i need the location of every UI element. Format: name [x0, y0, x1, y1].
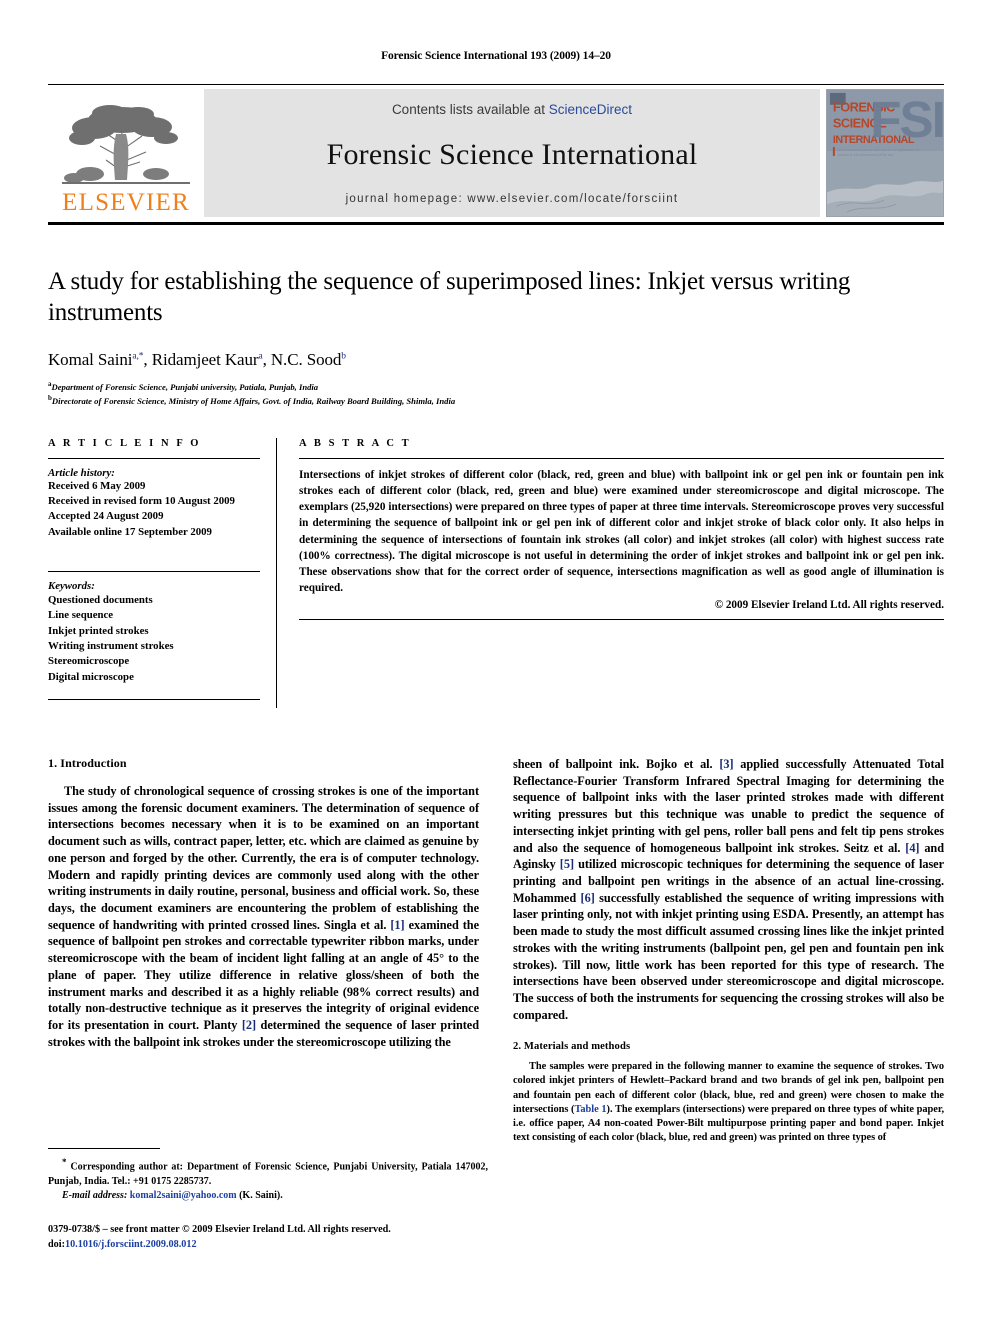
author-list: Komal Sainia,*, Ridamjeet Kaura, N.C. So…: [48, 350, 944, 370]
keywords-divider: [48, 570, 260, 572]
article-info-divider: [48, 457, 260, 459]
affiliation-item: aDepartment of Forensic Science, Punjabi…: [48, 379, 944, 393]
author-affiliation-marker[interactable]: a,*: [132, 351, 143, 361]
journal-banner: ELSEVIER Contents lists available at Sci…: [48, 89, 944, 217]
table-1-link[interactable]: Table 1: [574, 1104, 606, 1115]
article-history-label: Article history:: [48, 466, 115, 479]
author-separator: ,: [262, 350, 271, 369]
author-name: Komal Saini: [48, 350, 133, 369]
elsevier-tree-icon: [62, 105, 190, 184]
article-info-column: A R T I C L E I N F O Article history: R…: [48, 438, 276, 708]
keyword-item: Writing instrument strokes: [48, 639, 174, 652]
paragraph-text: successfully established the sequence of…: [513, 890, 944, 1022]
article-history-item: Received in revised form 10 August 2009: [48, 494, 235, 507]
journal-cover-image: FORENSIC SCIENCE INTERNATIONAL FSI An in…: [827, 90, 943, 216]
footnote-block: * Corresponding author at: Department of…: [48, 1148, 488, 1252]
body-columns: 1. Introduction The study of chronologic…: [48, 756, 944, 1145]
abstract-copyright: © 2009 Elsevier Ireland Ltd. All rights …: [714, 598, 944, 611]
paper-page: Forensic Science International 193 (2009…: [0, 0, 992, 1323]
keyword-item: Inkjet printed strokes: [48, 624, 149, 637]
abstract-heading: A B S T R A C T: [299, 437, 412, 449]
svg-text:FSI: FSI: [870, 91, 943, 148]
journal-homepage-link[interactable]: journal homepage: www.elsevier.com/locat…: [346, 193, 679, 205]
abstract-text: Intersections of inkjet strokes of diffe…: [299, 468, 944, 595]
running-head: Forensic Science International 193 (2009…: [381, 50, 611, 62]
article-history-item: Received 6 May 2009: [48, 479, 146, 492]
keywords-label: Keywords:: [48, 579, 95, 592]
svg-text:science to the enforcement of: science to the enforcement of the law: [838, 153, 894, 157]
contents-available-line: Contents lists available at ScienceDirec…: [392, 102, 632, 117]
citation-link-3[interactable]: [3]: [719, 757, 733, 771]
keyword-item: Digital microscope: [48, 670, 134, 683]
contents-prefix: Contents lists available at: [391, 102, 549, 117]
page-title: A study for establishing the sequence of…: [48, 268, 851, 326]
journal-title: Forensic Science International: [326, 138, 698, 171]
citation-link-5[interactable]: [5]: [560, 857, 574, 871]
introduction-paragraph-left: The study of chronological sequence of c…: [48, 783, 479, 1051]
keywords-list: Questioned documents Line sequence Inkje…: [48, 593, 260, 685]
author-name: Ridamjeet Kaur: [151, 350, 259, 369]
info-abstract-block: A R T I C L E I N F O Article history: R…: [48, 437, 944, 708]
abstract-column: A B S T R A C T Intersections of inkjet …: [299, 438, 944, 708]
sciencedirect-link[interactable]: ScienceDirect: [549, 102, 632, 117]
citation-link-4[interactable]: [4]: [905, 841, 919, 855]
citation-link-2[interactable]: [2]: [242, 1018, 256, 1032]
email-suffix: (K. Saini).: [236, 1189, 283, 1201]
paragraph-text: applied successfully Attenuated Total Re…: [513, 756, 944, 855]
issn-line: 0379-0738/$ – see front matter © 2009 El…: [48, 1223, 391, 1235]
journal-cover-thumbnail[interactable]: FORENSIC SCIENCE INTERNATIONAL FSI An in…: [826, 89, 944, 217]
paragraph-text: sheen of ballpoint ink. Bojko et al.: [513, 756, 720, 771]
left-column: 1. Introduction The study of chronologic…: [48, 756, 479, 1145]
issn-copyright-block: 0379-0738/$ – see front matter © 2009 El…: [48, 1223, 488, 1253]
banner-center-panel: Contents lists available at ScienceDirec…: [204, 89, 820, 217]
title-block: A study for establishing the sequence of…: [48, 267, 944, 408]
email-note: E-mail address: komal2saini@yahoo.com (K…: [48, 1189, 488, 1203]
affiliation-list: aDepartment of Forensic Science, Punjabi…: [48, 379, 944, 408]
abstract-bottom-divider: [299, 618, 944, 620]
author-affiliation-marker[interactable]: b: [341, 351, 346, 361]
article-info-heading: A R T I C L E I N F O: [48, 437, 202, 449]
article-info-bottom-divider: [48, 698, 260, 700]
author-separator: ,: [143, 350, 152, 369]
author-name: N.C. Sood: [270, 350, 342, 369]
materials-paragraph: The samples were prepared in the followi…: [513, 1060, 944, 1144]
header-divider: [48, 84, 944, 85]
right-column: sheen of ballpoint ink. Bojko et al. [3]…: [513, 756, 944, 1145]
citation-link-1[interactable]: [1]: [390, 918, 404, 932]
introduction-paragraph-right: sheen of ballpoint ink. Bojko et al. [3]…: [513, 756, 944, 1024]
banner-divider: [48, 222, 944, 225]
affiliation-text: Directorate of Forensic Science, Ministr…: [51, 396, 456, 407]
doi-line: doi:10.1016/j.forsciint.2009.08.012: [48, 1238, 488, 1253]
paragraph-text: The study of chronological sequence of c…: [48, 783, 479, 932]
footnote-divider: [48, 1148, 160, 1149]
abstract-divider: [299, 457, 944, 459]
paragraph-text: examined the sequence of ballpoint pen s…: [48, 917, 479, 1032]
email-label: E-mail address:: [62, 1189, 128, 1201]
keyword-item: Line sequence: [48, 609, 114, 622]
affiliation-item: bDirectorate of Forensic Science, Minist…: [48, 393, 944, 407]
elsevier-wordmark: ELSEVIER: [62, 189, 190, 216]
corresponding-author-text: Corresponding author at: Department of F…: [48, 1161, 488, 1187]
keyword-item: Questioned documents: [48, 593, 153, 606]
section-heading-materials: 2. Materials and methods: [513, 1041, 631, 1053]
article-history-item: Accepted 24 August 2009: [48, 510, 164, 523]
section-heading-introduction: 1. Introduction: [48, 755, 127, 770]
email-link[interactable]: komal2saini@yahoo.com: [130, 1190, 237, 1201]
corresponding-author-note: * Corresponding author at: Department of…: [48, 1156, 488, 1189]
elsevier-logo[interactable]: ELSEVIER: [48, 89, 204, 217]
author: Ridamjeet Kaura: [152, 350, 263, 369]
keyword-item: Stereomicroscope: [48, 655, 130, 668]
article-history-item: Available online 17 September 2009: [48, 525, 212, 538]
author: Komal Sainia,*: [48, 350, 144, 369]
author: N.C. Soodb: [271, 350, 346, 369]
svg-text:An international journal dedic: An international journal dedicated to th…: [838, 148, 919, 152]
doi-label: doi:: [48, 1238, 65, 1250]
affiliation-text: Department of Forensic Science, Punjabi …: [51, 381, 319, 392]
citation-link-6[interactable]: [6]: [581, 891, 595, 905]
column-separator-rule: [276, 437, 277, 708]
doi-link[interactable]: 10.1016/j.forsciint.2009.08.012: [65, 1239, 197, 1250]
